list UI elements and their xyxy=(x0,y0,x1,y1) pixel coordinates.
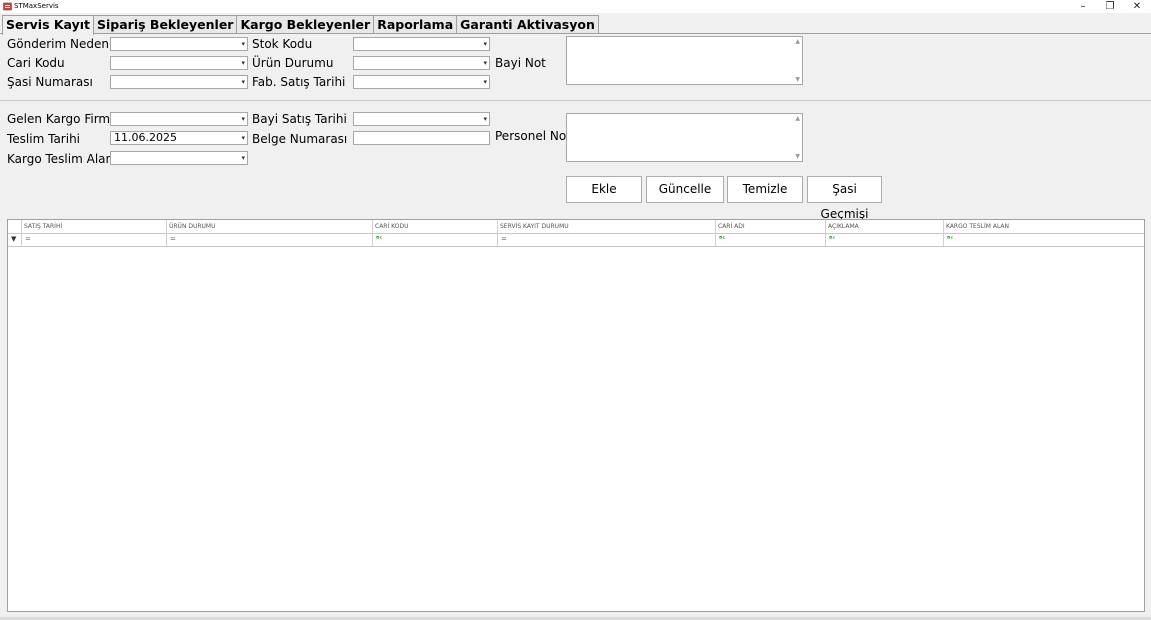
teslim-tarihi-label: Teslim Tarihi xyxy=(7,132,81,146)
col-kargo-teslim-alan[interactable]: KARGO TESLİM ALAN xyxy=(943,220,1144,233)
chevron-down-icon[interactable]: ▾ xyxy=(483,38,487,50)
filter-cell[interactable]: ᴮᶜ xyxy=(372,233,497,246)
filter-cell[interactable]: ᴮᶜ xyxy=(943,233,1144,246)
tab-kargo-bekleyenler[interactable]: Kargo Bekleyenler xyxy=(236,15,375,34)
teslim-tarihi-value: 11.06.2025 xyxy=(114,131,177,144)
scroll-down-icon[interactable]: ▼ xyxy=(795,76,800,83)
col-urun-durumu[interactable]: ÜRÜN DURUMU xyxy=(166,220,372,233)
stok-kodu-combo[interactable]: ▾ xyxy=(353,37,490,51)
kargo-teslim-alan-combo[interactable]: ▾ xyxy=(110,151,248,165)
sasi-numarasi-label: Şasi Numarası xyxy=(7,75,93,89)
gonderim-nedeni-label: Gönderim Nedeni xyxy=(7,37,113,51)
bayi-not-label: Bayi Not xyxy=(495,56,546,70)
temizle-button[interactable]: Temizle xyxy=(727,176,803,203)
cari-kodu-combo[interactable]: ▾ xyxy=(110,56,248,70)
chevron-down-icon[interactable]: ▾ xyxy=(483,113,487,125)
urun-durumu-label: Ürün Durumu xyxy=(252,56,334,70)
filter-cell[interactable]: = xyxy=(21,233,166,246)
tab-siparis-bekleyenler[interactable]: Sipariş Bekleyenler xyxy=(93,15,238,34)
tab-garanti-aktivasyon[interactable]: Garanti Aktivasyon xyxy=(456,15,599,34)
fab-satis-tarihi-label: Fab. Satış Tarihi xyxy=(252,75,346,89)
guncelle-button[interactable]: Güncelle xyxy=(646,176,724,203)
scroll-up-icon[interactable]: ▲ xyxy=(795,38,800,45)
belge-numarasi-input[interactable] xyxy=(353,131,490,145)
filter-icon[interactable]: ▼ xyxy=(11,235,16,243)
bayi-not-textarea[interactable]: ▲ ▼ xyxy=(566,36,803,85)
section-divider xyxy=(0,100,1151,101)
col-servis-kayit-durumu[interactable]: SERVİS KAYIT DURUMU xyxy=(497,220,715,233)
window-title: STMaxServis xyxy=(14,2,59,10)
grid-header: SATIŞ TARİHİ ÜRÜN DURUMU CARİ KODU SERVİ… xyxy=(8,220,1144,234)
filter-cell[interactable]: ᴮᶜ xyxy=(715,233,825,246)
sasi-gecmisi-button[interactable]: Şasi Geçmişi xyxy=(807,176,882,221)
gonderim-nedeni-combo[interactable]: ▾ xyxy=(110,37,248,51)
scroll-up-icon[interactable]: ▲ xyxy=(795,115,800,122)
chevron-down-icon[interactable]: ▾ xyxy=(241,76,245,88)
tab-divider xyxy=(0,33,1151,34)
personel-not-label: Personel Not xyxy=(495,129,571,143)
bayi-satis-tarihi-label: Bayi Satış Tarihi xyxy=(252,112,347,126)
tab-raporlama[interactable]: Raporlama xyxy=(373,15,458,34)
filter-row: ▼ = = ᴮᶜ = ᴮᶜ ᴮᶜ ᴮᶜ xyxy=(8,233,1144,247)
belge-numarasi-label: Belge Numarası xyxy=(252,132,348,146)
data-grid[interactable]: SATIŞ TARİHİ ÜRÜN DURUMU CARİ KODU SERVİ… xyxy=(7,219,1145,612)
filter-cell[interactable]: = xyxy=(497,233,715,246)
app-icon xyxy=(3,2,12,11)
filter-cell[interactable]: = xyxy=(166,233,372,246)
chevron-down-icon[interactable]: ▾ xyxy=(241,113,245,125)
teslim-tarihi-picker[interactable]: 11.06.2025 ▾ xyxy=(110,131,248,145)
sasi-numarasi-combo[interactable]: ▾ xyxy=(110,75,248,89)
chevron-down-icon[interactable]: ▾ xyxy=(241,132,245,144)
tab-servis-kayit[interactable]: Servis Kayıt xyxy=(2,15,95,35)
chevron-down-icon[interactable]: ▾ xyxy=(483,76,487,88)
bayi-satis-tarihi-picker[interactable]: ▾ xyxy=(353,112,490,126)
chevron-down-icon[interactable]: ▾ xyxy=(483,57,487,69)
chevron-down-icon[interactable]: ▾ xyxy=(241,57,245,69)
col-aciklama[interactable]: AÇIKLAMA xyxy=(825,220,943,233)
gelen-kargo-firmasi-combo[interactable]: ▾ xyxy=(110,112,248,126)
cari-kodu-label: Cari Kodu xyxy=(7,56,65,70)
kargo-teslim-alan-label: Kargo Teslim Alan xyxy=(7,152,114,166)
close-button[interactable]: ✕ xyxy=(1124,0,1150,13)
tab-bar: Servis Kayıt Sipariş Bekleyenler Kargo B… xyxy=(2,15,599,35)
restore-button[interactable]: ❐ xyxy=(1097,0,1123,13)
col-cari-adi[interactable]: CARİ ADI xyxy=(715,220,825,233)
col-cari-kodu[interactable]: CARİ KODU xyxy=(372,220,497,233)
chevron-down-icon[interactable]: ▾ xyxy=(241,38,245,50)
ekle-button[interactable]: Ekle xyxy=(566,176,642,203)
fab-satis-tarihi-picker[interactable]: ▾ xyxy=(353,75,490,89)
title-bar: STMaxServis – ❐ ✕ xyxy=(0,0,1151,13)
scroll-down-icon[interactable]: ▼ xyxy=(795,153,800,160)
filter-cell[interactable]: ᴮᶜ xyxy=(825,233,943,246)
personel-not-textarea[interactable]: ▲ ▼ xyxy=(566,113,803,162)
chevron-down-icon[interactable]: ▾ xyxy=(241,152,245,164)
minimize-button[interactable]: – xyxy=(1070,0,1096,13)
urun-durumu-combo[interactable]: ▾ xyxy=(353,56,490,70)
col-satis-tarihi[interactable]: SATIŞ TARİHİ xyxy=(21,220,166,233)
stok-kodu-label: Stok Kodu xyxy=(252,37,313,51)
